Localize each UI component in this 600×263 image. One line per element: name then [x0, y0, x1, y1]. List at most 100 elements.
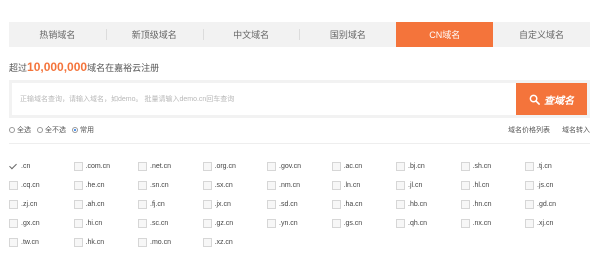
domain-suffix-option[interactable]: .net.cn — [138, 157, 203, 176]
checkbox[interactable] — [73, 200, 83, 209]
checkbox[interactable] — [396, 219, 405, 228]
domain-suffix-option[interactable]: .nx.cn — [460, 214, 526, 233]
checkbox[interactable] — [138, 162, 147, 171]
checkbox[interactable] — [202, 219, 212, 228]
domain-suffix-option[interactable]: .bj.cn — [396, 157, 461, 176]
domain-suffix-option[interactable]: .sc.cn — [138, 214, 203, 233]
tab-custom-domains[interactable]: 自定义域名 — [493, 22, 590, 47]
domain-suffix-option[interactable]: .ln.cn — [331, 176, 397, 195]
domain-suffix-option[interactable]: .org.cn — [202, 157, 268, 176]
checkbox[interactable] — [331, 162, 341, 171]
domain-suffix-option[interactable]: .xj.cn — [525, 214, 590, 233]
checkbox[interactable] — [525, 200, 534, 209]
domain-suffix-option[interactable]: .sd.cn — [267, 195, 332, 214]
domain-suffix-option[interactable]: .ah.cn — [73, 195, 139, 214]
domain-suffix-option[interactable]: .hn.cn — [460, 195, 526, 214]
domain-suffix-option[interactable]: .jl.cn — [396, 176, 461, 195]
select-all-radio[interactable]: 全选 — [9, 125, 31, 135]
radio-label: 全不选 — [45, 127, 66, 134]
checkbox[interactable] — [460, 181, 470, 190]
checkbox[interactable] — [267, 181, 276, 190]
checkbox[interactable] — [396, 200, 405, 209]
search-button-label: 查域名 — [544, 95, 574, 107]
domain-suffix-label: .gov.cn — [279, 163, 302, 170]
domain-suffix-option[interactable]: .gs.cn — [331, 214, 397, 233]
domain-suffix-option[interactable]: .cq.cn — [9, 176, 74, 195]
checkbox[interactable] — [460, 219, 470, 228]
domain-suffix-option[interactable]: .fj.cn — [138, 195, 203, 214]
checkbox[interactable] — [73, 181, 83, 190]
domain-suffix-label: .com.cn — [85, 163, 111, 170]
domain-suffix-label: .nm.cn — [279, 182, 301, 189]
tab-cn-domains[interactable]: CN域名 — [396, 22, 494, 47]
checkbox[interactable] — [267, 200, 276, 209]
checkbox[interactable] — [331, 181, 341, 190]
domain-suffix-option[interactable]: .yn.cn — [267, 214, 332, 233]
checkbox[interactable] — [525, 219, 534, 228]
checkbox[interactable] — [202, 238, 212, 247]
domain-suffix-option[interactable]: .gx.cn — [9, 214, 74, 233]
tab-country-domains[interactable]: 国别域名 — [299, 22, 396, 47]
checkbox[interactable] — [525, 162, 534, 171]
domain-suffix-option[interactable]: .hl.cn — [460, 176, 526, 195]
tab-hot-domains[interactable]: 热销域名 — [9, 22, 106, 47]
domain-suffix-option[interactable]: .mo.cn — [138, 233, 203, 252]
checkbox[interactable] — [202, 200, 212, 209]
domain-suffix-option[interactable]: .qh.cn — [396, 214, 461, 233]
domain-suffix-option[interactable]: .hb.cn — [396, 195, 461, 214]
domain-suffix-option[interactable]: .nm.cn — [267, 176, 332, 195]
domain-suffix-option[interactable]: .hk.cn — [73, 233, 139, 252]
domain-suffix-option[interactable]: .sx.cn — [202, 176, 268, 195]
checkbox[interactable] — [138, 238, 147, 247]
domain-suffix-option[interactable]: .xz.cn — [202, 233, 268, 252]
domain-suffix-option[interactable]: .hi.cn — [73, 214, 139, 233]
domain-suffix-option[interactable]: .tj.cn — [525, 157, 590, 176]
checkbox[interactable] — [9, 200, 18, 209]
checkbox[interactable] — [9, 181, 18, 190]
checkbox[interactable] — [331, 200, 341, 209]
checkbox[interactable] — [73, 162, 83, 171]
domain-suffix-option[interactable]: .ac.cn — [331, 157, 397, 176]
domain-suffix-label: .yn.cn — [279, 220, 298, 227]
checkbox[interactable] — [9, 238, 18, 247]
checkbox[interactable] — [525, 181, 534, 190]
tab-chinese-domains[interactable]: 中文域名 — [202, 22, 300, 47]
tab-new-tld[interactable]: 新顶级域名 — [105, 22, 203, 47]
domain-suffix-option[interactable]: .gov.cn — [267, 157, 332, 176]
domain-suffix-option[interactable]: .com.cn — [73, 157, 139, 176]
domain-suffix-option[interactable]: .jx.cn — [202, 195, 268, 214]
checkbox[interactable] — [138, 200, 147, 209]
domain-suffix-option[interactable]: .tw.cn — [9, 233, 74, 252]
domain-suffix-option[interactable]: .he.cn — [73, 176, 139, 195]
domain-suffix-option[interactable]: .cn — [9, 157, 74, 176]
checkbox[interactable] — [331, 219, 341, 228]
domain-suffix-option[interactable]: .sn.cn — [138, 176, 203, 195]
domain-suffix-option[interactable]: .gd.cn — [525, 195, 590, 214]
radio-indicator — [37, 127, 43, 133]
domain-suffix-option[interactable]: .sh.cn — [460, 157, 526, 176]
checkbox[interactable] — [73, 238, 83, 247]
domain-search-input[interactable] — [12, 83, 516, 115]
domain-suffix-option[interactable]: .js.cn — [525, 176, 590, 195]
checkbox[interactable] — [138, 181, 147, 190]
checkbox[interactable] — [460, 162, 470, 171]
checkbox[interactable] — [9, 219, 18, 228]
checkbox[interactable] — [138, 219, 147, 228]
checkbox[interactable] — [202, 162, 212, 171]
checkbox[interactable] — [202, 181, 212, 190]
checkbox[interactable] — [73, 219, 83, 228]
price-list-link[interactable]: 域名价格列表 — [508, 125, 550, 135]
checkbox[interactable] — [396, 162, 405, 171]
select-none-radio[interactable]: 全不选 — [37, 125, 66, 135]
select-common-radio[interactable]: 常用 — [72, 125, 94, 135]
checkbox[interactable] — [396, 181, 405, 190]
domain-suffix-option[interactable]: .gz.cn — [202, 214, 268, 233]
search-domain-button[interactable]: 查域名 — [516, 83, 587, 115]
checkbox[interactable] — [460, 200, 470, 209]
domain-suffix-option[interactable]: .zj.cn — [9, 195, 74, 214]
domain-transfer-link[interactable]: 域名转入 — [562, 125, 590, 135]
checkbox[interactable] — [267, 219, 276, 228]
checkbox[interactable] — [9, 162, 18, 171]
domain-suffix-option[interactable]: .ha.cn — [331, 195, 397, 214]
checkbox[interactable] — [267, 162, 276, 171]
